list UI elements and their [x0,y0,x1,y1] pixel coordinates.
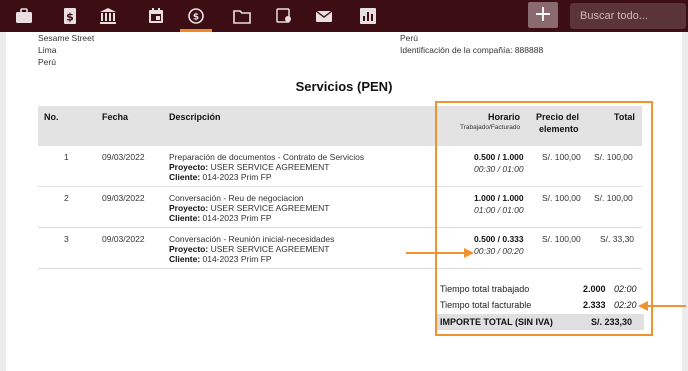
add-button[interactable]: + [528,2,558,28]
proyecto-label: Proyecto: [169,244,209,254]
row-desc: Conversación - Reu de negociacion [169,193,304,203]
col-fecha: Fecha [102,112,129,122]
time-money-icon[interactable]: $ [180,0,212,32]
proyecto-label: Proyecto: [169,162,209,172]
row-cliente: Cliente: 014-2023 Prim FP [169,172,272,183]
row-proyecto: Proyecto: USER SERVICE AGREEMENT [169,203,329,214]
proyecto-label: Proyecto: [169,203,209,213]
col-no: No. [44,112,59,122]
top-navigation-bar: $ $ + Buscar todo... [0,0,688,32]
dollar-document-icon[interactable]: $ [54,0,86,32]
row-proyecto: Proyecto: USER SERVICE AGREEMENT [169,162,329,173]
cliente-value: 014-2023 Prim FP [202,213,272,223]
address-right: Perú Identificación de la compañía: 8888… [400,32,543,56]
row-fecha: 09/03/2022 [102,234,145,244]
proyecto-value: USER SERVICE AGREEMENT [210,162,330,172]
cliente-value: 014-2023 Prim FP [202,172,272,182]
mail-icon[interactable] [308,0,340,32]
address-left: Sesame Street Lima Perú [38,32,94,68]
row-no: 3 [64,234,69,244]
row-fecha: 09/03/2022 [102,193,145,203]
row-cliente: Cliente: 014-2023 Prim FP [169,254,272,265]
cliente-label: Cliente: [169,213,201,223]
folder-icon[interactable] [226,0,258,32]
company-id: Identificación de la compañía: 888888 [400,45,544,55]
row-fecha: 09/03/2022 [102,152,145,162]
section-title: Servicios (PEN) [295,79,393,94]
address-line: Perú [400,33,418,43]
address-line: Perú [38,57,56,67]
address-line: Lima [38,45,57,55]
highlight-box [435,101,653,336]
col-descripcion: Descripción [169,112,221,122]
certificate-icon[interactable] [268,0,300,32]
row-proyecto: Proyecto: USER SERVICE AGREEMENT [169,244,329,255]
arrow-left-icon [638,301,686,311]
cliente-label: Cliente: [169,254,201,264]
address-line: Sesame Street [38,33,95,43]
bank-icon[interactable] [92,0,124,32]
proyecto-value: USER SERVICE AGREEMENT [210,244,330,254]
row-no: 1 [64,152,69,162]
calendar-icon[interactable] [140,0,172,32]
chart-icon[interactable] [352,0,384,32]
row-no: 2 [64,193,69,203]
proyecto-value: USER SERVICE AGREEMENT [210,203,330,213]
cliente-label: Cliente: [169,172,201,182]
briefcase-icon[interactable] [8,0,40,32]
cliente-value: 014-2023 Prim FP [202,254,272,264]
svg-text:$: $ [193,13,199,23]
row-desc: Preparación de documentos - Contrato de … [169,152,365,162]
row-cliente: Cliente: 014-2023 Prim FP [169,213,272,224]
row-desc: Conversación - Reunión inicial-necesidad… [169,234,335,244]
arrow-right-icon [406,248,474,258]
search-input[interactable]: Buscar todo... [570,3,686,29]
svg-text:$: $ [66,11,74,24]
